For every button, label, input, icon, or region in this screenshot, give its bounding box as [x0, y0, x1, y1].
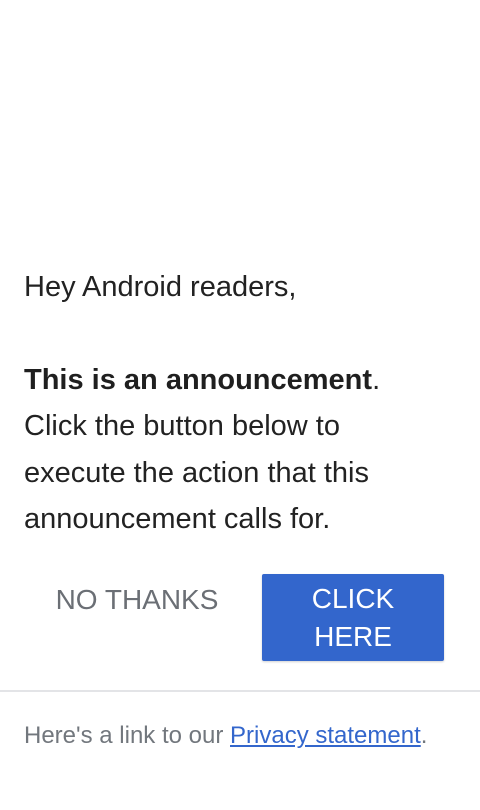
announcement-headline: This is an announcement	[24, 363, 373, 396]
announcement-headline-period: .	[372, 363, 381, 396]
privacy-statement-link[interactable]: Privacy statement	[230, 722, 421, 749]
privacy-footer-prefix: Here's a link to our	[24, 722, 231, 749]
privacy-footer: Here's a link to our Privacy statement.	[24, 720, 444, 752]
announcement-screen: Hey Android readers, This is an announce…	[0, 0, 480, 810]
no-thanks-button[interactable]: NO THANKS	[24, 574, 250, 626]
click-here-button[interactable]: CLICK HERE	[262, 574, 444, 661]
announcement-body-paragraph: This is an announcement. Click the butto…	[24, 357, 444, 543]
footer-divider	[0, 690, 480, 692]
announcement-actions: NO THANKS CLICK HERE	[24, 574, 444, 661]
announcement-body: Click the button below to execute the ac…	[24, 410, 369, 535]
privacy-footer-suffix: .	[420, 722, 428, 749]
announcement-message: Hey Android readers, This is an announce…	[24, 264, 444, 543]
announcement-greeting: Hey Android readers,	[24, 271, 297, 303]
